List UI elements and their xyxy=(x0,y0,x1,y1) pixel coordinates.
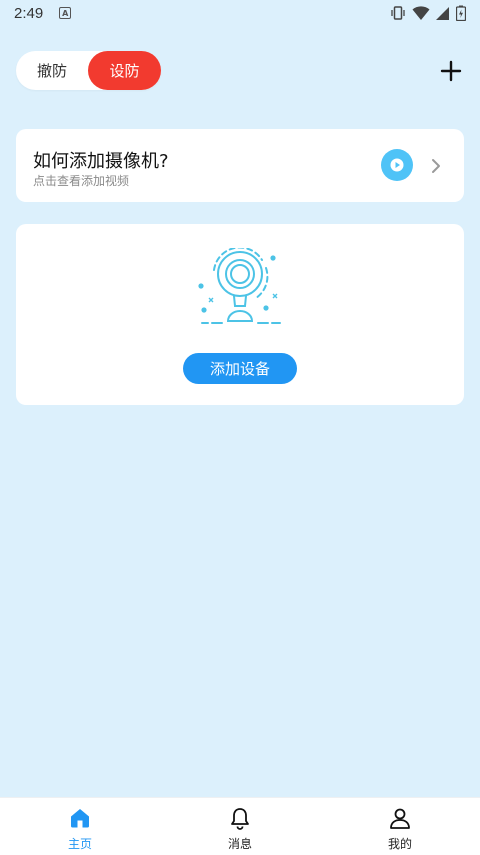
nav-label-messages: 消息 xyxy=(227,837,252,851)
bell-icon xyxy=(231,808,249,830)
add-camera-help-card[interactable]: 如何添加摄像机? 点击查看添加视频 xyxy=(16,129,464,202)
camera-icon xyxy=(198,248,281,324)
wifi-icon xyxy=(412,6,430,20)
empty-device-card: 添加设备 xyxy=(16,224,464,405)
home-icon xyxy=(71,809,89,828)
chevron-right-icon xyxy=(432,159,440,173)
nav-item-messages[interactable]: 消息 xyxy=(160,798,320,855)
mode-toggle: 撤防 设防 xyxy=(16,51,161,90)
signal-icon xyxy=(436,7,449,20)
a-icon: A xyxy=(59,7,72,19)
arm-button[interactable]: 设防 xyxy=(88,51,161,90)
status-bar: 2:49 A xyxy=(0,0,480,26)
play-icon[interactable] xyxy=(381,149,413,181)
bottom-nav: 主页 消息 我的 xyxy=(0,797,480,855)
status-time: 2:49 xyxy=(14,4,44,22)
nav-item-home[interactable]: 主页 xyxy=(0,798,160,855)
nav-label-mine: 我的 xyxy=(387,837,412,851)
vibrate-icon xyxy=(391,6,405,20)
help-subtitle: 点击查看添加视频 xyxy=(33,174,130,188)
nav-item-mine[interactable]: 我的 xyxy=(320,798,480,855)
nav-label-home: 主页 xyxy=(67,837,92,851)
person-icon xyxy=(390,808,410,829)
help-title: 如何添加摄像机? xyxy=(33,151,169,172)
plus-icon[interactable] xyxy=(438,58,464,84)
disarm-button[interactable]: 撤防 xyxy=(16,51,88,90)
add-device-button[interactable]: 添加设备 xyxy=(183,353,297,384)
battery-icon xyxy=(456,5,466,21)
